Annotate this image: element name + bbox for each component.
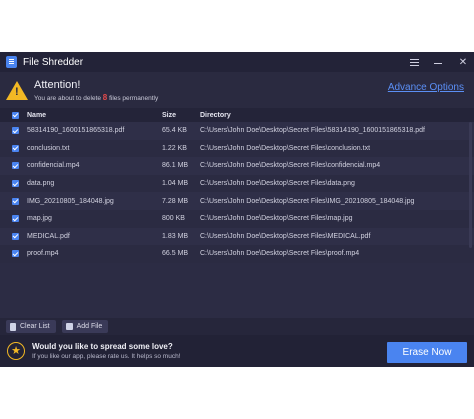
select-all-checkbox[interactable] — [12, 111, 19, 119]
table-row[interactable]: confidencial.mp4 86.1 MB C:\Users\John D… — [0, 157, 474, 175]
row-checkbox[interactable] — [12, 232, 19, 240]
add-file-label: Add File — [76, 323, 103, 330]
window-controls: ✕ — [410, 52, 468, 72]
clear-list-button[interactable]: Clear List — [6, 320, 56, 333]
file-directory: C:\Users\John Doe\Desktop\Secret Files\c… — [200, 144, 371, 152]
table-body: 58314190_1600151865318.pdf 65.4 KB C:\Us… — [0, 122, 474, 263]
attention-banner: ! Attention! You are about to delete 8 f… — [0, 72, 474, 108]
row-checkbox[interactable] — [12, 250, 19, 258]
close-icon[interactable]: ✕ — [458, 57, 468, 68]
row-checkbox[interactable] — [12, 127, 19, 135]
footer-title[interactable]: Would you like to spread some love? — [32, 342, 181, 351]
minimize-icon[interactable] — [434, 61, 444, 64]
file-directory: C:\Users\John Doe\Desktop\Secret Files\I… — [200, 197, 415, 205]
title-bar: File Shredder ✕ — [0, 52, 474, 72]
file-size: 86.1 MB — [162, 162, 189, 170]
message-suffix: files permanently — [109, 94, 159, 102]
footer-subtitle: If you like our app, please rate us. It … — [32, 353, 181, 360]
window-title: File Shredder — [23, 56, 84, 68]
warning-icon: ! — [6, 80, 28, 100]
row-checkbox[interactable] — [12, 215, 19, 223]
file-directory: C:\Users\John Doe\Desktop\Secret Files\p… — [200, 250, 360, 258]
table-row[interactable]: proof.mp4 66.5 MB C:\Users\John Doe\Desk… — [0, 245, 474, 263]
table-scrollbar[interactable] — [469, 122, 472, 248]
file-name: MEDICAL.pdf — [27, 232, 70, 240]
erase-now-button[interactable]: Erase Now — [387, 342, 467, 363]
file-name: IMG_20210805_184048.jpg — [27, 197, 114, 205]
file-table: Name Size Directory 58314190_16001518653… — [0, 108, 474, 263]
file-size: 1.22 KB — [162, 144, 187, 152]
file-directory: C:\Users\John Doe\Desktop\Secret Files\m… — [200, 215, 353, 223]
row-checkbox[interactable] — [12, 180, 19, 188]
row-checkbox[interactable] — [12, 162, 19, 170]
attention-message: You are about to delete 8 files permanen… — [34, 93, 158, 102]
file-count: 8 — [102, 92, 108, 102]
footer-text: Would you like to spread some love? If y… — [32, 342, 181, 360]
document-icon — [10, 322, 16, 331]
header-directory[interactable]: Directory — [200, 112, 231, 119]
file-shredder-window: File Shredder ✕ ! Attention! You are abo… — [0, 52, 474, 367]
file-size: 1.83 MB — [162, 232, 189, 240]
menu-icon[interactable] — [410, 61, 420, 63]
table-row[interactable]: MEDICAL.pdf 1.83 MB C:\Users\John Doe\De… — [0, 227, 474, 246]
add-file-icon — [65, 323, 73, 330]
attention-text: Attention! You are about to delete 8 fil… — [34, 79, 158, 102]
star-icon: ★ — [7, 342, 25, 360]
list-toolbar: Clear List Add File — [0, 318, 474, 335]
file-size: 800 KB — [162, 215, 185, 223]
row-checkbox[interactable] — [12, 197, 19, 205]
table-row[interactable]: IMG_20210805_184048.jpg 7.28 MB C:\Users… — [0, 192, 474, 210]
file-name: conclusion.txt — [27, 144, 70, 152]
file-size: 7.28 MB — [162, 197, 189, 205]
header-name[interactable]: Name — [27, 112, 46, 119]
file-name: map.jpg — [27, 215, 52, 223]
file-size: 66.5 MB — [162, 250, 189, 258]
file-name: data.png — [27, 180, 55, 188]
shredder-app-icon — [6, 56, 17, 68]
footer-rating-bar: ★ Would you like to spread some love? If… — [0, 335, 474, 367]
header-size[interactable]: Size — [162, 112, 176, 119]
file-directory: C:\Users\John Doe\Desktop\Secret Files\5… — [200, 127, 425, 135]
table-row[interactable]: data.png 1.04 MB C:\Users\John Doe\Deskt… — [0, 174, 474, 193]
table-header: Name Size Directory — [0, 108, 474, 122]
clear-list-label: Clear List — [20, 323, 50, 330]
file-name: 58314190_1600151865318.pdf — [27, 127, 125, 135]
file-name: proof.mp4 — [27, 250, 59, 258]
table-row[interactable]: map.jpg 800 KB C:\Users\John Doe\Desktop… — [0, 209, 474, 228]
file-size: 65.4 KB — [162, 127, 187, 135]
attention-title: Attention! — [34, 78, 81, 91]
add-file-button[interactable]: Add File — [61, 320, 109, 333]
file-directory: C:\Users\John Doe\Desktop\Secret Files\d… — [200, 180, 355, 188]
table-row[interactable]: 58314190_1600151865318.pdf 65.4 KB C:\Us… — [0, 122, 474, 140]
row-checkbox[interactable] — [12, 144, 19, 152]
table-row[interactable]: conclusion.txt 1.22 KB C:\Users\John Doe… — [0, 139, 474, 158]
file-name: confidencial.mp4 — [27, 162, 80, 170]
message-prefix: You are about to delete — [34, 94, 101, 102]
file-size: 1.04 MB — [162, 180, 189, 188]
file-directory: C:\Users\John Doe\Desktop\Secret Files\c… — [200, 162, 381, 170]
file-directory: C:\Users\John Doe\Desktop\Secret Files\M… — [200, 232, 371, 240]
advance-options-link[interactable]: Advance Options — [388, 82, 464, 93]
